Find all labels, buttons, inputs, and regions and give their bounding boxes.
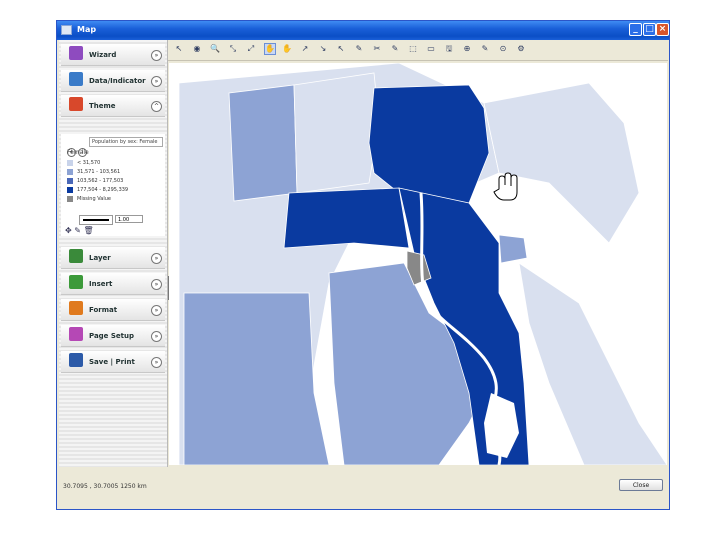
toolbar-tool-icon[interactable]: ⤢ (246, 44, 256, 54)
close-window-button[interactable]: × (656, 23, 669, 36)
section-label: Layer (89, 254, 111, 262)
region-east-sinai (483, 82, 640, 244)
section-label: Save | Print (89, 358, 135, 366)
section-label: Insert (89, 280, 113, 288)
legend-swatch (67, 160, 73, 166)
toolbar-tool-icon[interactable]: ⬚ (408, 44, 418, 54)
page-setup-icon (69, 327, 83, 341)
insert-icon (69, 275, 83, 289)
section-label: Wizard (89, 51, 117, 59)
toolbar-tool-icon[interactable]: ⚙ (516, 44, 526, 54)
status-bar: 30.7095 , 30.7005 1250 km Close (59, 467, 665, 507)
expand-icon[interactable]: » (151, 331, 162, 342)
wizard-icon (69, 46, 83, 60)
theme-actions: ✥ ✎ 🗑 (65, 226, 94, 235)
choropleth-map[interactable] (169, 63, 667, 465)
region-north-coast (293, 72, 380, 194)
toolbar-tool-icon[interactable]: ↖ (174, 44, 184, 54)
edit-icon[interactable]: ✎ (74, 226, 81, 235)
region-ismailia (498, 234, 528, 264)
window-title: Map (77, 25, 97, 34)
toolbar-tool-icon[interactable]: ↖ (336, 44, 346, 54)
toolbar-tool-icon[interactable]: ✎ (480, 44, 490, 54)
toolbar-tool-icon[interactable]: ⊕ (462, 44, 472, 54)
save-icon (69, 353, 83, 367)
legend-label: < 31,570 (77, 160, 101, 166)
section-data-indicator[interactable]: Data/Indicator » (61, 70, 165, 92)
section-label: Data/Indicator (89, 77, 146, 85)
border-style-control: 1.00 (67, 215, 155, 225)
toolbar-tool-icon[interactable]: ↘ (318, 44, 328, 54)
section-save-print[interactable]: Save | Print » (61, 351, 165, 373)
section-label: Page Setup (89, 332, 134, 340)
toolbar-tool-icon[interactable]: ✎ (390, 44, 400, 54)
legend-swatch (67, 178, 73, 184)
expand-icon[interactable]: » (151, 253, 162, 264)
expand-icon[interactable]: » (151, 305, 162, 316)
line-width-input[interactable]: 1.00 (115, 215, 143, 223)
delete-icon[interactable]: 🗑 (84, 226, 94, 235)
cursor-hand-icon (493, 172, 518, 201)
collapse-icon[interactable]: ^ (151, 101, 162, 112)
toolbar-tool-icon[interactable]: ✋ (264, 43, 276, 55)
line-style-select[interactable] (79, 215, 113, 225)
map-toolbar: ↖ ◉ 🔍 ⤡ ⤢ ✋ ✋ ↗ ↘ ↖ ✎ ✂ ✎ ⬚ ▭ 🖫 ⊕ ✎ ⊙ ⚙ (168, 40, 668, 61)
toolbar-tool-icon[interactable]: ▭ (426, 44, 436, 54)
toolbar-tool-icon[interactable]: ✎ (354, 44, 364, 54)
coordinate-readout: 30.7095 , 30.7005 1250 km (63, 483, 147, 490)
theme-dropdown-value: Population by sex: Female (92, 139, 158, 145)
toolbar-tool-icon[interactable]: ◉ (192, 44, 202, 54)
map-canvas[interactable] (169, 63, 667, 465)
legend-swatch (67, 196, 73, 202)
region-middle-egypt (283, 187, 410, 249)
map-window: Map _ □ × Wizard » Data/Indicator » Them… (56, 20, 670, 510)
minimize-button[interactable]: _ (629, 23, 642, 36)
toolbar-tool-icon[interactable]: ✂ (372, 44, 382, 54)
section-theme[interactable]: Theme ^ (61, 95, 165, 117)
legend-label: 103,562 - 177,503 (77, 178, 124, 184)
section-label: Format (89, 306, 118, 314)
section-label: Theme (89, 102, 116, 110)
toolbar-tool-icon[interactable]: ✋ (282, 44, 292, 54)
section-page-setup[interactable]: Page Setup » (61, 325, 165, 347)
theme-panel: + i Population by sex: Female Female < 31… (61, 134, 165, 236)
region-red-sea (518, 262, 667, 465)
section-insert[interactable]: Insert » (61, 273, 165, 295)
toolbar-tool-icon[interactable]: ↗ (300, 44, 310, 54)
data-indicator-icon (69, 72, 83, 86)
expand-icon[interactable]: » (151, 357, 162, 368)
section-wizard[interactable]: Wizard » (61, 44, 165, 66)
title-bar: Map _ □ × (57, 21, 669, 40)
map-app-icon (61, 25, 72, 35)
legend-title: Female (67, 149, 89, 156)
region-south-west (183, 292, 330, 465)
expand-icon[interactable]: » (151, 50, 162, 61)
close-button[interactable]: Close (619, 479, 663, 491)
section-format[interactable]: Format » (61, 299, 165, 321)
toolbar-tool-icon[interactable]: ⊙ (498, 44, 508, 54)
legend-label: 31,571 - 103,561 (77, 169, 121, 175)
section-layer[interactable]: Layer » (61, 247, 165, 269)
theme-icon (69, 97, 83, 111)
format-icon (69, 301, 83, 315)
maximize-button[interactable]: □ (643, 23, 656, 36)
toolbar-tool-icon[interactable]: 🔍 (210, 44, 220, 54)
legend-swatch (67, 187, 73, 193)
expand-icon[interactable]: » (151, 279, 162, 290)
toolbar-tool-icon[interactable]: ⤡ (228, 44, 238, 54)
legend-label: 177,504 - 8,295,339 (77, 187, 129, 193)
layer-icon (69, 249, 83, 263)
expand-icon[interactable]: » (151, 76, 162, 87)
legend-swatch (67, 169, 73, 175)
legend-label: Missing Value (77, 196, 111, 202)
region-north-west (228, 84, 298, 202)
sidebar: Wizard » Data/Indicator » Theme ^ + i Pop… (59, 40, 168, 485)
theme-dropdown[interactable]: Population by sex: Female (89, 137, 163, 147)
toolbar-tool-icon[interactable]: 🖫 (444, 44, 454, 54)
move-icon[interactable]: ✥ (65, 226, 72, 235)
